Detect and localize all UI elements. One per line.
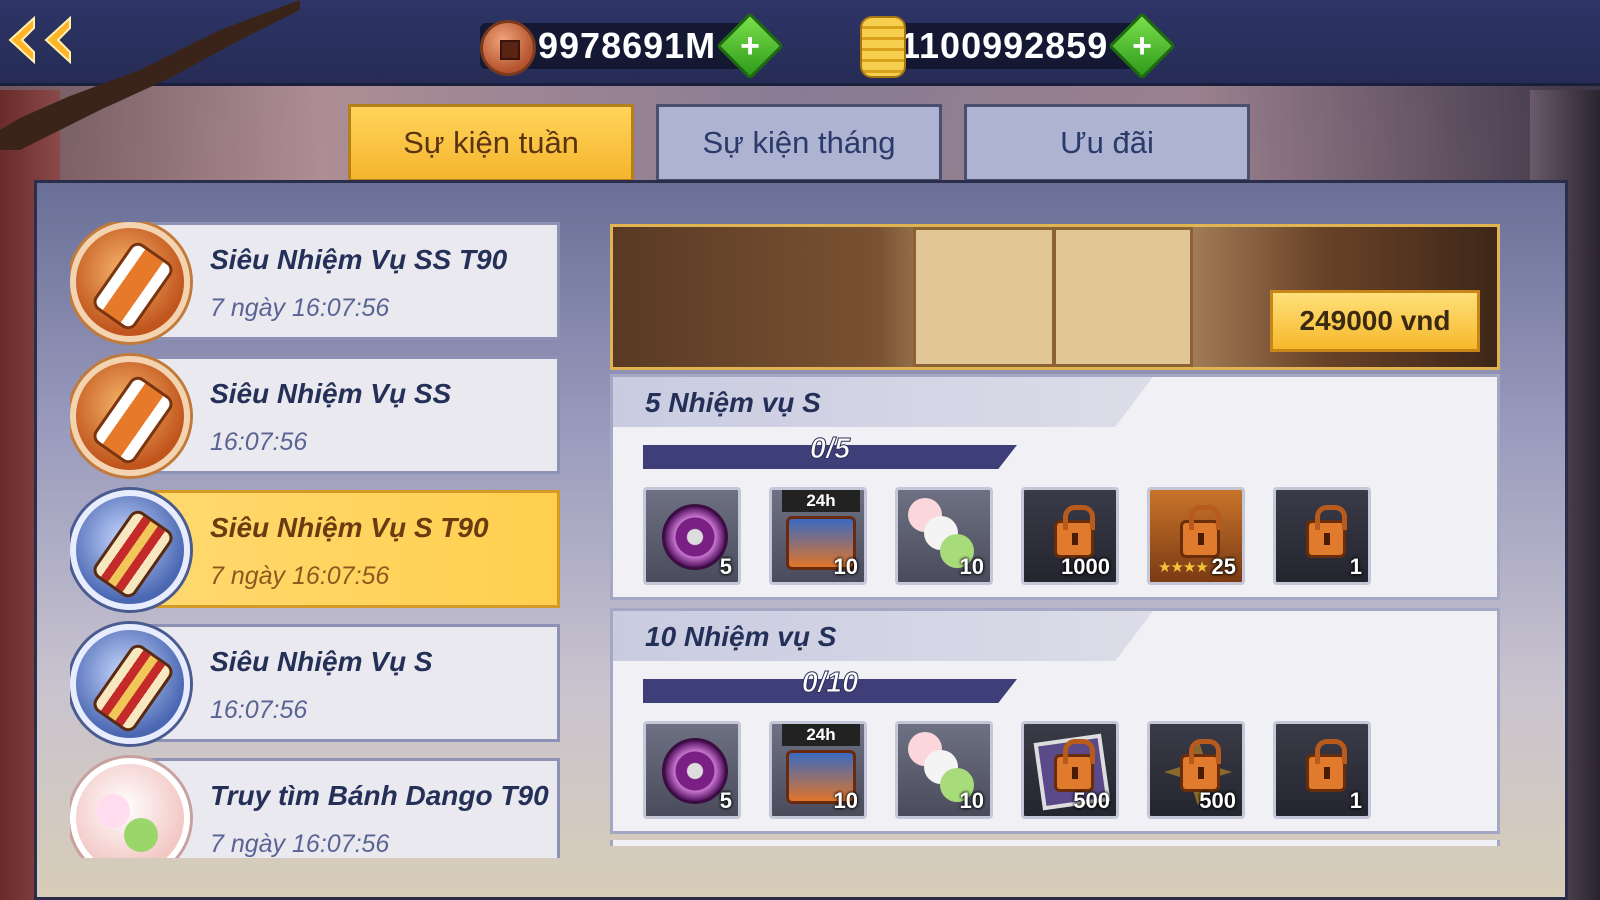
mission-card-5: 5 Nhiệm vụ S 0/5 5 24h 10 10 1000 ★★★★ 2… [610, 374, 1500, 600]
reward-slot[interactable]: 5 [643, 721, 741, 819]
lock-icon [1054, 739, 1095, 792]
tab-weekly-events[interactable]: Sự kiện tuần [348, 104, 634, 182]
orange-scroll-icon [70, 356, 190, 476]
reward-slot[interactable]: 24h 10 [769, 487, 867, 585]
reward-slot-locked[interactable]: 500 [1147, 721, 1245, 819]
reward-slot-locked[interactable]: 1 [1273, 721, 1371, 819]
event-title: Siêu Nhiệm Vụ S [210, 646, 433, 677]
reward-slot[interactable]: 24h 10 [769, 721, 867, 819]
mission-card-10: 10 Nhiệm vụ S 0/10 5 24h 10 10 500 500 1 [610, 608, 1500, 834]
chevron-left-icon [8, 15, 35, 65]
event-title: Siêu Nhiệm Vụ S T90 [210, 512, 489, 543]
open-book-art [913, 227, 1193, 367]
reward-qty: 10 [833, 554, 858, 579]
reward-slot[interactable]: 10 [895, 721, 993, 819]
event-item-s-t90[interactable]: Siêu Nhiệm Vụ S T90 7 ngày 16:07:56 [70, 490, 570, 610]
event-title: Siêu Nhiệm Vụ SS T90 [210, 244, 508, 275]
back-button[interactable] [0, 0, 300, 150]
event-title: Siêu Nhiệm Vụ SS [210, 378, 452, 409]
reward-qty: 10 [959, 554, 984, 579]
event-time: 16:07:56 [210, 428, 308, 456]
reward-slot-locked[interactable]: ★★★★ 25 [1147, 487, 1245, 585]
price-button[interactable]: 249000 vnd [1270, 290, 1480, 352]
star-rating-icon: ★★★★ [1158, 559, 1209, 576]
back-brush-decoration [0, 0, 300, 150]
reward-slot-locked[interactable]: 1 [1273, 487, 1371, 585]
reward-qty: 25 [1211, 554, 1236, 579]
tab-offers[interactable]: Ưu đãi [964, 104, 1250, 182]
plus-icon: + [1132, 26, 1153, 65]
reward-qty: 500 [1073, 788, 1110, 813]
red-scroll-icon [70, 490, 190, 610]
reward-qty: 1000 [1061, 554, 1110, 579]
lock-icon [1306, 505, 1347, 558]
event-item-dango-t90[interactable]: Truy tìm Bánh Dango T90 7 ngày 16:07:56 [70, 758, 570, 858]
ninja-chip-icon [662, 504, 728, 570]
lock-icon [1306, 739, 1347, 792]
reward-qty: 5 [719, 554, 732, 579]
event-item-s[interactable]: Siêu Nhiệm Vụ S 16:07:56 [70, 624, 570, 744]
reward-qty: 10 [959, 788, 984, 813]
chevron-left-icon [44, 15, 71, 65]
gold-ingot-icon [860, 16, 906, 78]
progress-text: 0/10 [801, 667, 859, 700]
timer-tag: 24h [782, 490, 860, 512]
progress-text: 0/5 [809, 433, 851, 466]
next-mission-card-edge [610, 840, 1500, 846]
event-time: 7 ngày 16:07:56 [210, 562, 390, 590]
gold-currency: 1100992859 + [860, 12, 1177, 80]
lock-icon [1180, 739, 1221, 792]
reward-qty: 5 [719, 788, 732, 813]
mission-title: 10 Nhiệm vụ S [645, 621, 837, 652]
coin-currency: 9978691M + [480, 12, 785, 80]
mission-title: 5 Nhiệm vụ S [645, 387, 821, 418]
ninja-chip-icon [662, 738, 728, 804]
lock-icon [1054, 505, 1095, 558]
event-card [128, 624, 560, 742]
tab-monthly-events[interactable]: Sự kiện tháng [656, 104, 942, 182]
reward-qty: 1 [1349, 554, 1362, 579]
timer-tag: 24h [782, 724, 860, 746]
event-time: 7 ngày 16:07:56 [210, 830, 390, 858]
event-item-ss-t90[interactable]: Siêu Nhiệm Vụ SS T90 7 ngày 16:07:56 [70, 222, 570, 342]
copper-coin-icon [480, 20, 536, 76]
event-card [128, 356, 560, 474]
reward-qty: 500 [1199, 788, 1236, 813]
reward-slot-locked[interactable]: 500 [1021, 721, 1119, 819]
event-item-ss[interactable]: Siêu Nhiệm Vụ SS 16:07:56 [70, 356, 570, 476]
reward-qty: 10 [833, 788, 858, 813]
reward-slot[interactable]: 10 [895, 487, 993, 585]
event-list[interactable]: Siêu Nhiệm Vụ SS T90 7 ngày 16:07:56 Siê… [70, 222, 570, 858]
event-time: 7 ngày 16:07:56 [210, 294, 390, 322]
red-scroll-icon [70, 624, 190, 744]
lock-icon [1180, 505, 1221, 558]
reward-qty: 1 [1349, 788, 1362, 813]
reward-slot-locked[interactable]: 1000 [1021, 487, 1119, 585]
event-title: Truy tìm Bánh Dango T90 [210, 780, 549, 811]
plus-icon: + [740, 26, 761, 65]
orange-scroll-icon [70, 222, 190, 342]
reward-slot[interactable]: 5 [643, 487, 741, 585]
event-time: 16:07:56 [210, 696, 308, 724]
